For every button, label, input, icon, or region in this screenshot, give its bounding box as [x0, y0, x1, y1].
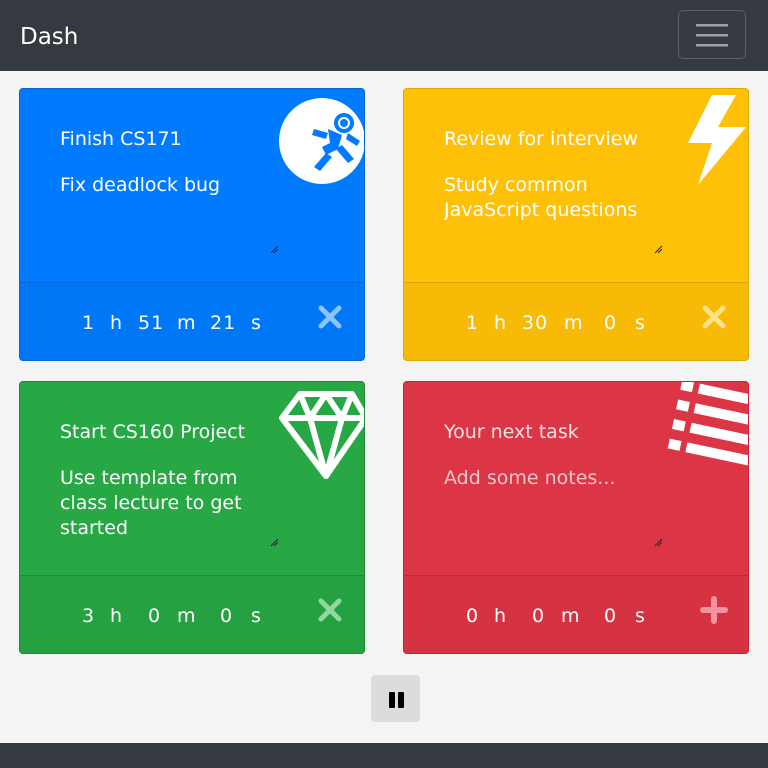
timer-hours-unit: h — [494, 605, 508, 627]
task-title[interactable]: Your next task — [444, 420, 579, 444]
plus-icon[interactable] — [700, 596, 728, 624]
list-icon — [667, 382, 748, 466]
close-icon[interactable] — [700, 303, 728, 331]
resize-handle-icon[interactable] — [270, 245, 279, 254]
timer-seconds-unit: s — [635, 312, 646, 334]
task-notes-field[interactable]: Study common JavaScript questions — [444, 173, 674, 263]
timer-minutes: 30 — [522, 312, 549, 334]
hamburger-menu-icon — [696, 24, 728, 47]
timer-hours-unit: h — [494, 312, 508, 334]
task-notes-field[interactable]: Fix deadlock bug — [60, 173, 290, 263]
footer-bar — [0, 743, 768, 768]
timer-seconds: 21 — [210, 312, 237, 334]
timer-hours: 0 — [466, 605, 480, 627]
card-body: Your next task — [404, 382, 748, 575]
resize-handle-icon[interactable] — [654, 245, 663, 254]
countdown-timer: 3 h 0 m 0 s — [20, 601, 262, 631]
countdown-timer: 1 h 30 m 0 s — [404, 308, 646, 338]
task-title[interactable]: Review for interview — [444, 127, 638, 151]
navbar: Dash — [0, 0, 768, 71]
close-icon[interactable] — [316, 596, 344, 624]
task-card: Your next task 0 h 0 m 0 s — [403, 381, 749, 654]
task-card: Finish CS171 Fix deadlock bug 1 h 51 m 2… — [19, 88, 365, 361]
timer-hours: 1 — [82, 312, 96, 334]
pause-button[interactable] — [371, 675, 420, 722]
task-title[interactable]: Finish CS171 — [60, 127, 182, 151]
card-body: Finish CS171 Fix deadlock bug — [20, 89, 364, 282]
timer-seconds-unit: s — [251, 605, 262, 627]
timer-minutes: 0 — [532, 605, 546, 627]
task-title[interactable]: Start CS160 Project — [60, 420, 245, 444]
close-icon[interactable] — [316, 303, 344, 331]
timer-minutes-unit: m — [177, 312, 197, 334]
task-card: Start CS160 Project Use template from cl… — [19, 381, 365, 654]
task-notes-field[interactable] — [444, 466, 674, 556]
timer-minutes: 51 — [138, 312, 165, 334]
task-card: Review for interview Study common JavaSc… — [403, 88, 749, 361]
timer-seconds: 0 — [220, 605, 234, 627]
timer-seconds: 0 — [604, 312, 618, 334]
brand-title[interactable]: Dash — [20, 20, 78, 54]
timer-hours: 1 — [466, 312, 480, 334]
card-footer: 3 h 0 m 0 s — [20, 575, 364, 653]
diamond-icon — [279, 391, 364, 479]
countdown-timer: 1 h 51 m 21 s — [20, 308, 262, 338]
timer-minutes-unit: m — [561, 605, 581, 627]
task-notes-field[interactable]: Use template from class lecture to get s… — [60, 466, 290, 556]
timer-minutes-unit: m — [564, 312, 584, 334]
resize-handle-icon[interactable] — [654, 538, 663, 547]
lightning-bolt-icon — [688, 95, 746, 185]
timer-seconds: 0 — [604, 605, 618, 627]
card-footer: 1 h 30 m 0 s — [404, 282, 748, 360]
timer-hours-unit: h — [110, 312, 124, 334]
timer-seconds-unit: s — [251, 312, 262, 334]
card-body: Start CS160 Project Use template from cl… — [20, 382, 364, 575]
timer-seconds-unit: s — [635, 605, 646, 627]
menu-toggle-button[interactable] — [678, 10, 746, 59]
card-footer: 0 h 0 m 0 s — [404, 575, 748, 653]
card-footer: 1 h 51 m 21 s — [20, 282, 364, 360]
resize-handle-icon[interactable] — [270, 538, 279, 547]
timer-hours-unit: h — [110, 605, 124, 627]
timer-minutes: 0 — [148, 605, 162, 627]
card-body: Review for interview Study common JavaSc… — [404, 89, 748, 282]
timer-hours: 3 — [82, 605, 96, 627]
astronaut-icon — [279, 98, 364, 184]
countdown-timer: 0 h 0 m 0 s — [404, 601, 646, 631]
timer-minutes-unit: m — [177, 605, 197, 627]
